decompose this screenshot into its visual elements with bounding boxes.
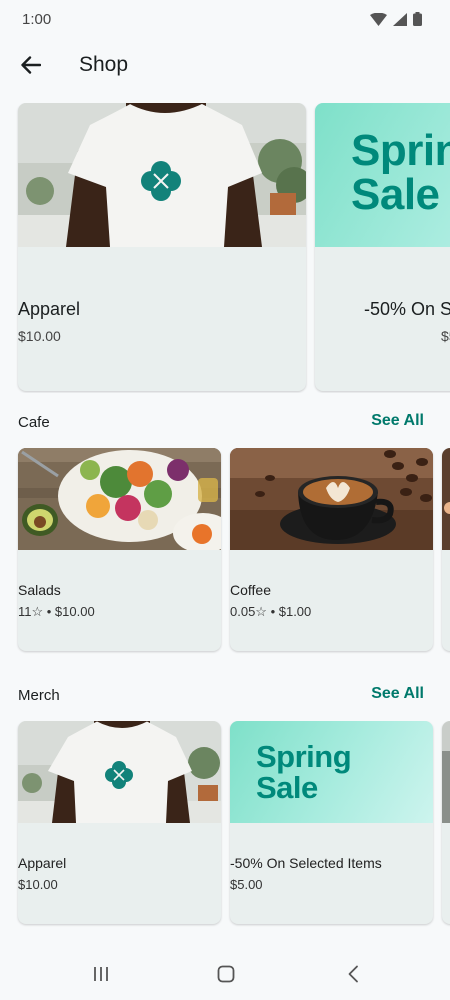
coffee-image	[230, 448, 433, 550]
sale-art-line2: Sale	[256, 770, 318, 805]
card-title: Salads	[18, 582, 61, 598]
battery-icon	[413, 12, 422, 26]
page-title: Shop	[79, 53, 129, 76]
status-icons	[370, 12, 422, 26]
cafe-carousel[interactable]: Salads 11☆ • $10.00 Coffee 0.05☆ • $1.00	[0, 448, 450, 654]
spring-sale-image: Spring Sale	[315, 103, 450, 247]
see-all-cafe-button[interactable]: See All	[371, 412, 424, 430]
product-card-spring-sale[interactable]: Spring Sale -50% On Selected Items $5.00	[230, 721, 433, 924]
sale-art-line1: Spring	[256, 739, 352, 774]
spring-sale-image: Spring Sale	[230, 721, 433, 823]
hero-carousel[interactable]: Apparel $10.00 Spring Sale -50% On Selec…	[0, 103, 450, 393]
card-meta: 0.05☆ • $1.00	[230, 604, 312, 619]
card-meta: 11☆ • $10.00	[18, 604, 95, 619]
card-title: -50% On Selected Items	[230, 855, 382, 871]
system-nav-bar	[0, 948, 450, 1000]
top-app-bar: Shop	[0, 40, 450, 90]
sale-art-line1: Spring	[351, 126, 450, 175]
apparel-image	[18, 721, 221, 823]
partial-image	[442, 721, 450, 823]
system-back-button[interactable]	[338, 960, 368, 988]
product-card-coffee[interactable]: Coffee 0.05☆ • $1.00	[230, 448, 433, 651]
salad-image	[18, 448, 221, 550]
product-card-salads[interactable]: Salads 11☆ • $10.00	[18, 448, 221, 651]
status-time: 1:00	[22, 11, 52, 28]
wifi-icon	[370, 12, 387, 26]
card-title: Apparel	[18, 299, 81, 319]
recents-button[interactable]	[86, 960, 116, 988]
status-bar: 1:00	[0, 0, 450, 38]
section-title: Cafe	[18, 414, 50, 431]
apparel-image	[18, 103, 306, 247]
product-card-apparel[interactable]: Apparel $10.00	[18, 721, 221, 924]
card-title: -50% On Selected Items	[364, 299, 450, 319]
recents-icon	[94, 967, 108, 981]
card-meta: $5.00	[230, 877, 263, 892]
cell-signal-icon	[393, 12, 407, 26]
merch-carousel[interactable]: Apparel $10.00 Spring Sale -50% On Selec…	[0, 721, 450, 927]
card-title: Coffee	[230, 582, 271, 598]
section-header-merch: Merch See All	[0, 681, 450, 711]
home-button[interactable]	[211, 960, 241, 988]
sale-art-line2: Sale	[351, 170, 440, 219]
hero-card-apparel[interactable]: Apparel $10.00	[18, 103, 306, 391]
arrow-left-icon	[21, 56, 41, 74]
food-image	[442, 448, 450, 550]
section-title: Merch	[18, 687, 60, 704]
section-header-cafe: Cafe See All	[0, 408, 450, 438]
card-price: $5.00	[441, 328, 450, 344]
product-card-partial[interactable]	[442, 721, 450, 924]
card-price: $10.00	[18, 328, 61, 344]
product-card-partial[interactable]	[442, 448, 450, 651]
hero-card-spring-sale[interactable]: Spring Sale -50% On Selected Items $5.00	[315, 103, 450, 391]
card-title: Apparel	[18, 855, 67, 871]
card-meta: $10.00	[18, 877, 58, 892]
screen: 1:00 Shop Apparel $10.00 Sprin Sale -50%…	[0, 0, 450, 1000]
see-all-merch-button[interactable]: See All	[371, 685, 424, 703]
back-button[interactable]	[14, 48, 48, 82]
home-icon	[217, 965, 235, 983]
back-chevron-icon	[348, 965, 358, 983]
